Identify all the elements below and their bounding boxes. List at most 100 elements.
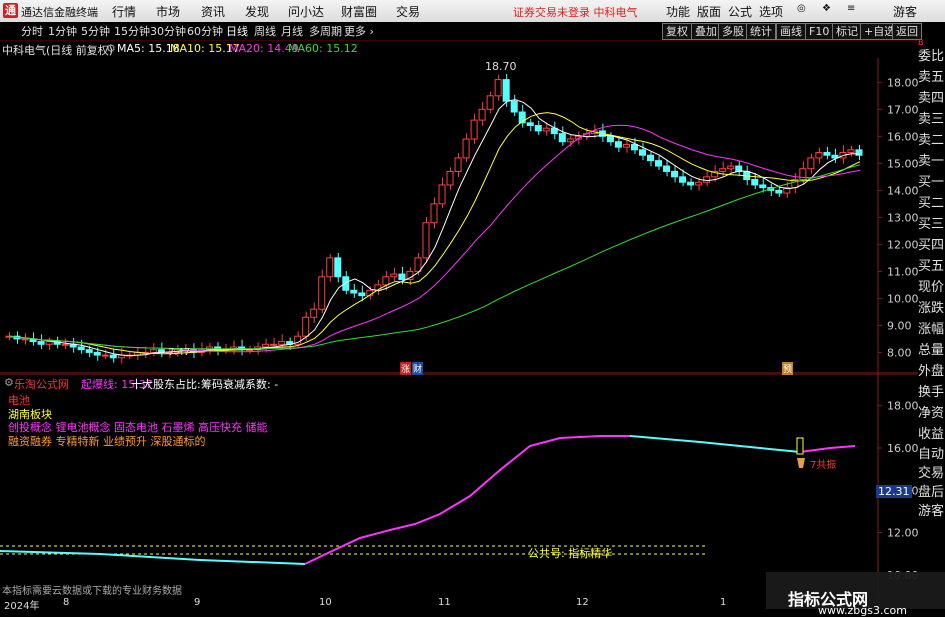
candle-body bbox=[727, 165, 735, 170]
menu-hangqing[interactable]: 行情 bbox=[112, 3, 136, 20]
quote-label: 自动 bbox=[918, 447, 945, 462]
candle-body bbox=[438, 184, 446, 205]
menu-icon[interactable]: ≡ bbox=[847, 3, 855, 14]
candle-body bbox=[687, 181, 695, 186]
x-label-8: 8 bbox=[63, 597, 70, 608]
stock-title: 中科电气(日线 前复权) bbox=[2, 44, 114, 57]
candle-body bbox=[390, 273, 398, 278]
y-tick-label: 11.00 bbox=[887, 265, 918, 278]
sub-settings-icon[interactable]: ⚙ bbox=[4, 376, 14, 389]
candle-body bbox=[422, 222, 430, 259]
quote-label: 净资 bbox=[918, 406, 945, 421]
period-daily[interactable]: 日线 bbox=[226, 23, 248, 39]
quote-label: 买三 bbox=[918, 217, 945, 232]
sub-name: 乐淘公式网 bbox=[14, 378, 69, 391]
menu-jiaoyi[interactable]: 交易 bbox=[396, 3, 420, 20]
chip-label: 筹码衰减系数: - bbox=[201, 378, 279, 391]
indicator-tail-segment bbox=[799, 445, 856, 453]
candle-body bbox=[566, 138, 574, 143]
cai-badge[interactable]: 财 bbox=[412, 362, 424, 375]
app-title: 通达信金融终端 bbox=[21, 6, 98, 19]
candle-body bbox=[486, 95, 494, 110]
y-tick-label: 9.00 bbox=[887, 319, 912, 332]
period-5min[interactable]: 5分钟 bbox=[81, 23, 110, 39]
quote-label: 收益 bbox=[918, 427, 945, 442]
candle-body bbox=[847, 149, 855, 154]
candle-body bbox=[510, 100, 518, 113]
period-30min[interactable]: 30分钟 bbox=[150, 23, 186, 39]
biaoji-button[interactable]: 标记 bbox=[832, 23, 862, 40]
quote-label: 换手 bbox=[918, 385, 945, 400]
candle-body bbox=[614, 141, 622, 148]
candle-body bbox=[534, 125, 542, 132]
duogu-button[interactable]: 多股 bbox=[718, 23, 748, 40]
ma-line-20 bbox=[9, 124, 861, 353]
quote-label: 卖三 bbox=[918, 112, 945, 127]
f10-button[interactable]: F10 bbox=[805, 23, 834, 40]
menu-banmian[interactable]: 版面 bbox=[697, 3, 721, 20]
period-fenshi[interactable]: 分时 bbox=[21, 23, 43, 39]
period-multi[interactable]: 多周期 bbox=[309, 23, 342, 39]
candle-body bbox=[358, 292, 366, 297]
period-15min[interactable]: 15分钟 bbox=[114, 23, 150, 39]
candle-body bbox=[542, 127, 550, 132]
menu-caifuquan[interactable]: 财富圈 bbox=[341, 3, 377, 20]
login-notice[interactable]: 证券交易未登录 中科电气 bbox=[513, 4, 638, 20]
hand-pointer-icon bbox=[797, 458, 805, 468]
candle-body bbox=[695, 181, 703, 186]
y-tick-label: 12.00 bbox=[887, 238, 918, 251]
period-toolbar: 分时 1分钟 5分钟 15分钟 30分钟 60分钟 日线 周线 月线 多周期 更… bbox=[0, 22, 945, 41]
x-label-year: 2024年 bbox=[4, 601, 40, 612]
zhang-badge[interactable]: 涨 bbox=[400, 362, 412, 375]
x-label-9: 9 bbox=[194, 597, 201, 608]
candle-body bbox=[37, 341, 45, 345]
period-weekly[interactable]: 周线 bbox=[254, 23, 276, 39]
candle-body bbox=[807, 157, 815, 170]
menu-zixun[interactable]: 资讯 bbox=[201, 3, 225, 20]
candle-body bbox=[334, 257, 342, 278]
candle-body bbox=[815, 152, 823, 159]
quote-label: 总量 bbox=[918, 343, 945, 358]
sub-y-tick-label: 16.00 bbox=[887, 442, 918, 455]
menu-shichang[interactable]: 市场 bbox=[156, 3, 180, 20]
kline-chart[interactable]: 18.00 17.00 16.00 15.00 14.00 13.00 12.00 11.00… bbox=[0, 58, 918, 374]
value-box: 12.31 bbox=[876, 485, 912, 498]
candle-body bbox=[326, 257, 334, 278]
candle-body bbox=[149, 349, 157, 353]
fuquan-button[interactable]: 复权 bbox=[662, 23, 692, 40]
period-60min[interactable]: 60分钟 bbox=[187, 23, 223, 39]
support-icon[interactable]: ◎ bbox=[797, 3, 806, 14]
huaxian-button[interactable]: 画线 bbox=[776, 23, 806, 40]
period-1min[interactable]: 1分钟 bbox=[48, 23, 77, 39]
menu-gongshi[interactable]: 公式 bbox=[728, 3, 752, 20]
period-more[interactable]: 更多 › bbox=[344, 23, 374, 39]
menu-wenxiaoda[interactable]: 问小达 bbox=[288, 3, 324, 20]
candle-body bbox=[278, 341, 286, 345]
diejia-button[interactable]: 叠加 bbox=[691, 23, 721, 40]
candle-body bbox=[719, 168, 727, 172]
feature-label: 融资融券 专精特新 业绩预升 深股通标的 bbox=[8, 435, 206, 448]
candle-body bbox=[470, 119, 478, 140]
menu-gongneng[interactable]: 功能 bbox=[666, 3, 690, 20]
menu-faxian[interactable]: 发现 bbox=[245, 3, 269, 20]
y-tick-label: 18.00 bbox=[887, 76, 918, 89]
candle-body bbox=[622, 143, 630, 148]
quote-panel: B 委比 卖五 卖四 卖三 卖二 卖一 买一 买二 买三 买四 买五 现价 涨跌 涨幅 总量 外盘 换手 净资 收益… bbox=[918, 39, 945, 609]
ma-line-10 bbox=[9, 112, 861, 355]
candle-body bbox=[430, 203, 438, 224]
settings-icon[interactable]: ⚙ bbox=[106, 42, 116, 55]
guest-button[interactable]: 游客 bbox=[893, 3, 917, 20]
tongji-button[interactable]: 统计 bbox=[746, 23, 776, 40]
indicator-high-segment bbox=[629, 435, 801, 453]
quote-label: 涨跌 bbox=[918, 301, 945, 316]
candle-body bbox=[262, 343, 270, 348]
candle-body bbox=[823, 152, 831, 156]
low-label: 7.47 bbox=[168, 347, 191, 358]
period-monthly[interactable]: 月线 bbox=[281, 23, 303, 39]
skin-icon[interactable]: ❖ bbox=[822, 3, 831, 14]
menu-xuanxiang[interactable]: 选项 bbox=[759, 3, 783, 20]
candle-body bbox=[759, 184, 767, 189]
indicator-chart[interactable]: 18.0016.0014.0012.0010.00 bbox=[0, 374, 918, 596]
yu-badge[interactable]: 预 bbox=[782, 362, 794, 375]
candle-body bbox=[606, 135, 614, 143]
